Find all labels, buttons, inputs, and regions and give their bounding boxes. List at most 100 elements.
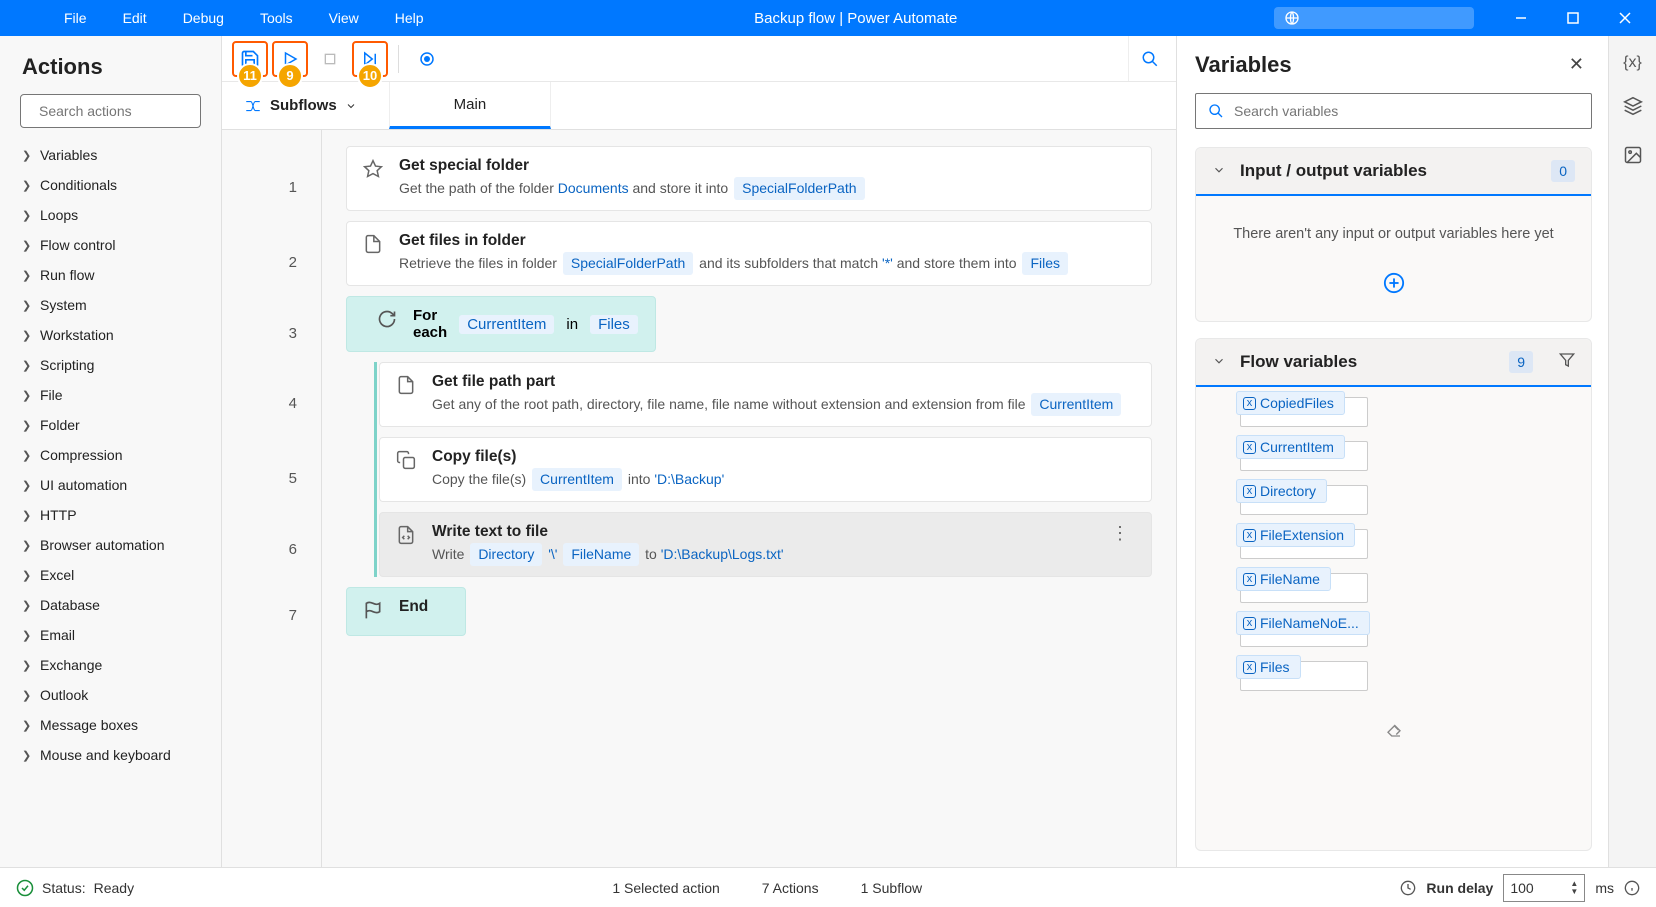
selected-action-count: 1 Selected action	[612, 880, 719, 896]
step-for-each[interactable]: For each CurrentItem in Files	[346, 296, 656, 352]
action-category[interactable]: ❯Compression	[0, 440, 217, 470]
status-ok-icon	[16, 879, 34, 897]
chip-files: Files	[590, 315, 638, 334]
status-label: Status:	[42, 880, 86, 896]
io-vars-count: 0	[1551, 160, 1575, 182]
menu-file[interactable]: File	[50, 4, 101, 32]
add-io-var-button[interactable]	[1196, 262, 1591, 321]
action-category[interactable]: ❯Conditionals	[0, 170, 217, 200]
action-category[interactable]: ❯Exchange	[0, 650, 217, 680]
step-end[interactable]: End	[346, 587, 466, 636]
action-category[interactable]: ❯Loops	[0, 200, 217, 230]
action-category[interactable]: ❯Run flow	[0, 260, 217, 290]
action-category[interactable]: ❯System	[0, 290, 217, 320]
action-category[interactable]: ❯Workstation	[0, 320, 217, 350]
step-more-menu[interactable]: ⋮	[1105, 523, 1135, 544]
subflows-dropdown[interactable]: Subflows	[232, 97, 369, 115]
write-icon	[396, 525, 418, 550]
menu-help[interactable]: Help	[381, 4, 438, 32]
step-get-file-path-part[interactable]: Get file path part Get any of the root p…	[379, 362, 1152, 427]
menu-view[interactable]: View	[315, 4, 373, 32]
action-category[interactable]: ❯Variables	[0, 140, 217, 170]
subflows-icon	[244, 97, 262, 115]
menu-debug[interactable]: Debug	[169, 4, 238, 32]
window-close[interactable]	[1600, 0, 1650, 36]
action-category[interactable]: ❯Mouse and keyboard	[0, 740, 217, 770]
action-category[interactable]: ❯UI automation	[0, 470, 217, 500]
save-button[interactable]: 11	[232, 41, 268, 77]
flow-variable[interactable]: xFileNameNoE...	[1240, 617, 1581, 647]
menu-edit[interactable]: Edit	[109, 4, 161, 32]
run-delay-unit: ms	[1595, 880, 1614, 896]
step-button[interactable]: 10	[352, 41, 388, 77]
step-desc: Copy the file(s) CurrentItem into 'D:\Ba…	[432, 468, 1135, 491]
step-desc: Retrieve the files in folder SpecialFold…	[399, 252, 1135, 275]
flow-variable[interactable]: xDirectory	[1240, 485, 1581, 515]
subflow-count: 1 Subflow	[861, 880, 922, 896]
step-write-text-to-file[interactable]: Write text to file Write Directory '\' F…	[379, 512, 1152, 577]
run-delay-label: Run delay	[1426, 880, 1493, 896]
menu-tools[interactable]: Tools	[246, 4, 307, 32]
io-vars-title: Input / output variables	[1240, 161, 1537, 181]
step-desc: Get any of the root path, directory, fil…	[432, 393, 1135, 416]
run-delay-input[interactable]: 100 ▲▼	[1503, 874, 1585, 902]
step-title: End	[399, 598, 428, 616]
file-icon	[396, 375, 418, 400]
action-category[interactable]: ❯Scripting	[0, 350, 217, 380]
action-category[interactable]: ❯File	[0, 380, 217, 410]
collapse-io-vars[interactable]	[1212, 163, 1226, 180]
action-category[interactable]: ❯Excel	[0, 560, 217, 590]
info-icon[interactable]	[1624, 880, 1640, 896]
window-minimize[interactable]	[1496, 0, 1546, 36]
filter-vars-button[interactable]	[1559, 352, 1575, 373]
run-button[interactable]: 9	[272, 41, 308, 77]
loop-icon	[377, 309, 399, 334]
flow-vars-title: Flow variables	[1240, 352, 1495, 372]
stop-button	[312, 41, 348, 77]
record-button[interactable]	[409, 41, 445, 77]
variables-search-input[interactable]	[1234, 103, 1579, 119]
flow-variable[interactable]: xCopiedFiles	[1240, 397, 1581, 427]
flow-search-button[interactable]	[1128, 36, 1170, 81]
action-category[interactable]: ❯Database	[0, 590, 217, 620]
action-category[interactable]: ❯Email	[0, 620, 217, 650]
action-category[interactable]: ❯Folder	[0, 410, 217, 440]
step-title: Get special folder	[399, 157, 1135, 175]
rail-variables-icon[interactable]: {x}	[1623, 54, 1642, 72]
line-number: 1	[222, 150, 321, 225]
tab-main[interactable]: Main	[389, 82, 552, 129]
step-copy-files[interactable]: Copy file(s) Copy the file(s) CurrentIte…	[379, 437, 1152, 502]
environment-badge[interactable]	[1274, 7, 1474, 29]
flow-variable[interactable]: xFileExtension	[1240, 529, 1581, 559]
flow-variable[interactable]: xCurrentItem	[1240, 441, 1581, 471]
star-icon	[363, 159, 385, 184]
flag-icon	[363, 600, 385, 625]
files-icon	[363, 234, 385, 259]
spinner-arrows[interactable]: ▲▼	[1570, 880, 1578, 896]
close-variables-button[interactable]: ✕	[1561, 50, 1592, 79]
actions-search[interactable]	[20, 94, 201, 128]
flow-variable[interactable]: xFileName	[1240, 573, 1581, 603]
step-title: For each	[413, 307, 447, 341]
action-category[interactable]: ❯Message boxes	[0, 710, 217, 740]
variables-search[interactable]	[1195, 93, 1592, 129]
action-category[interactable]: ❯Outlook	[0, 680, 217, 710]
status-value: Ready	[94, 880, 134, 896]
step-get-special-folder[interactable]: Get special folder Get the path of the f…	[346, 146, 1152, 211]
clear-vars-button[interactable]	[1196, 715, 1591, 750]
action-category[interactable]: ❯Flow control	[0, 230, 217, 260]
step-title: Write text to file	[432, 523, 1091, 541]
action-category[interactable]: ❯Browser automation	[0, 530, 217, 560]
line-number: 7	[222, 582, 321, 648]
step-get-files-in-folder[interactable]: Get files in folder Retrieve the files i…	[346, 221, 1152, 286]
rail-image-icon[interactable]	[1623, 145, 1643, 170]
rail-layers-icon[interactable]	[1623, 96, 1643, 121]
chip-currentitem: CurrentItem	[459, 315, 554, 334]
flow-variable[interactable]: xFiles	[1240, 661, 1581, 691]
actions-search-input[interactable]	[39, 103, 220, 119]
window-maximize[interactable]	[1548, 0, 1598, 36]
action-category[interactable]: ❯HTTP	[0, 500, 217, 530]
line-number: 4	[222, 366, 321, 441]
collapse-flow-vars[interactable]	[1212, 354, 1226, 371]
step-title: Copy file(s)	[432, 448, 1135, 466]
